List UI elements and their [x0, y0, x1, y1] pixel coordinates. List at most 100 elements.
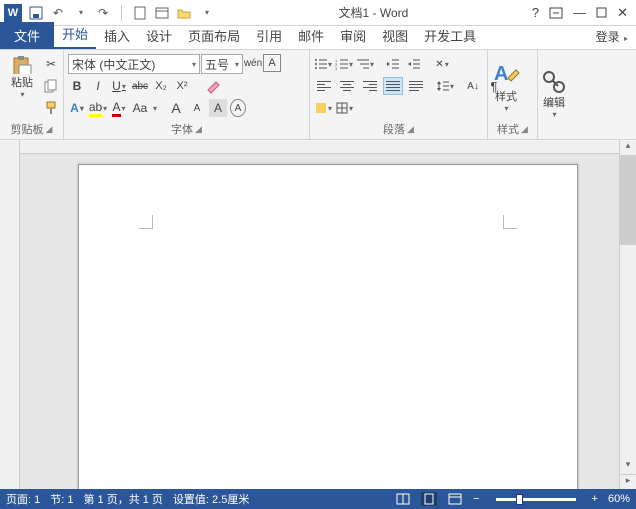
align-center-button[interactable] [337, 77, 357, 95]
borders-icon[interactable]: ▾ [335, 99, 353, 117]
editing-button[interactable]: 编辑 ▾ [542, 70, 566, 119]
paste-button[interactable]: 粘贴 ▾ [4, 55, 40, 99]
tab-developer[interactable]: 开发工具 [416, 22, 484, 49]
window-title: 文档1 - Word [215, 4, 532, 21]
decrease-indent-icon[interactable] [384, 55, 402, 73]
italic-button[interactable]: I [89, 77, 107, 95]
group-font: 宋体 (中文正文)▾ 五号▾ wén A B I U▾ abc X₂ X² A▾ [64, 50, 310, 139]
clipboard-launcher-icon[interactable]: ◢ [46, 124, 53, 135]
status-section[interactable]: 节: 1 [50, 491, 73, 507]
paragraph-launcher-icon[interactable]: ◢ [407, 124, 414, 135]
zoom-level[interactable]: 60% [608, 493, 630, 505]
tab-mailings[interactable]: 邮件 [290, 22, 332, 49]
enclose-characters-icon[interactable]: A [230, 99, 246, 117]
web-layout-icon[interactable] [447, 492, 463, 506]
ribbon-display-icon[interactable] [549, 7, 563, 19]
strikethrough-button[interactable]: abc [131, 77, 149, 95]
phonetic-guide-icon[interactable]: wén [244, 54, 262, 72]
numbering-icon[interactable]: 123▾ [335, 55, 353, 73]
font-size-select[interactable]: 五号▾ [201, 54, 243, 74]
scroll-track[interactable] [620, 155, 636, 459]
clipboard-label: 剪贴板 [11, 121, 44, 137]
scroll-right-icon[interactable]: ▸ [621, 474, 636, 489]
tab-home[interactable]: 开始 [54, 20, 96, 49]
tab-design[interactable]: 设计 [138, 22, 180, 49]
tab-layout[interactable]: 页面布局 [180, 22, 248, 49]
align-justify-button[interactable] [383, 77, 403, 95]
shading-icon[interactable]: ▾ [314, 99, 332, 117]
styles-label: 样式 [497, 121, 519, 137]
align-distributed-button[interactable] [406, 77, 426, 95]
styles-launcher-icon[interactable]: ◢ [521, 124, 528, 135]
subscript-button[interactable]: X₂ [152, 77, 170, 95]
bold-button[interactable]: B [68, 77, 86, 95]
font-color-icon[interactable]: A▾ [110, 99, 128, 117]
align-right-button[interactable] [360, 77, 380, 95]
tab-review[interactable]: 审阅 [332, 22, 374, 49]
status-page[interactable]: 页面: 1 [6, 491, 40, 507]
find-icon [542, 70, 566, 94]
bullets-icon[interactable]: ▾ [314, 55, 332, 73]
zoom-in-button[interactable]: + [592, 493, 598, 505]
character-shading-icon[interactable]: A [209, 99, 227, 117]
redo-icon[interactable]: ↷ [95, 5, 111, 21]
styles-button[interactable]: A 样式 ▾ [492, 60, 520, 113]
zoom-slider[interactable] [496, 498, 576, 501]
scroll-thumb[interactable] [620, 155, 636, 245]
maximize-icon[interactable] [596, 7, 607, 18]
read-mode-icon[interactable] [395, 492, 411, 506]
cut-icon[interactable]: ✂ [42, 55, 60, 73]
grow-font-icon[interactable]: A [167, 99, 185, 117]
copy-icon[interactable] [42, 77, 60, 95]
print-layout-icon[interactable] [421, 492, 437, 506]
undo-dropdown-icon[interactable]: ▾ [73, 5, 89, 21]
tab-file[interactable]: 文件 [0, 22, 54, 49]
tab-view[interactable]: 视图 [374, 22, 416, 49]
superscript-button[interactable]: X² [173, 77, 191, 95]
tab-insert[interactable]: 插入 [96, 22, 138, 49]
font-name-select[interactable]: 宋体 (中文正文)▾ [68, 54, 200, 74]
save-icon[interactable] [28, 5, 44, 21]
clear-formatting-icon[interactable] [205, 77, 223, 95]
vertical-ruler[interactable] [0, 140, 20, 489]
horizontal-ruler[interactable] [20, 140, 636, 154]
asian-layout-icon[interactable]: ✕▾ [433, 55, 451, 73]
word-logo: W [4, 4, 22, 22]
text-effects-icon[interactable]: A▾ [68, 99, 86, 117]
change-case-icon[interactable]: Aa [131, 99, 149, 117]
line-spacing-icon[interactable]: ▾ [436, 77, 454, 95]
new-doc-icon[interactable] [132, 5, 148, 21]
new-window-icon[interactable] [154, 5, 170, 21]
svg-text:A: A [494, 63, 508, 85]
tab-references[interactable]: 引用 [248, 22, 290, 49]
scroll-down-icon[interactable]: ▾ [621, 459, 636, 474]
styles-icon: A [492, 60, 520, 88]
qat-customize-icon[interactable]: ▾ [199, 5, 215, 21]
minimize-icon[interactable]: — [573, 5, 586, 20]
vertical-scrollbar[interactable]: ▴ ▾ ▸ [619, 140, 636, 489]
margin-marker-tr [503, 215, 517, 229]
help-icon[interactable]: ? [532, 5, 539, 20]
undo-icon[interactable]: ↶ [50, 5, 66, 21]
margin-marker-tl [139, 215, 153, 229]
document-page[interactable] [78, 164, 578, 489]
multilevel-list-icon[interactable]: ▾ [356, 55, 374, 73]
close-icon[interactable]: ✕ [617, 5, 628, 21]
font-launcher-icon[interactable]: ◢ [195, 124, 202, 135]
zoom-out-button[interactable]: − [473, 493, 479, 505]
scroll-up-icon[interactable]: ▴ [621, 140, 636, 155]
increase-indent-icon[interactable] [405, 55, 423, 73]
open-folder-icon[interactable] [176, 5, 192, 21]
highlight-icon[interactable]: ab▾ [89, 99, 107, 117]
align-left-button[interactable] [314, 77, 334, 95]
zoom-slider-thumb[interactable] [516, 494, 523, 505]
sort-icon[interactable]: A↓ [464, 77, 482, 95]
format-painter-icon[interactable] [42, 99, 60, 117]
status-pages[interactable]: 第 1 页，共 1 页 [83, 491, 162, 507]
status-position[interactable]: 设置值: 2.5厘米 [173, 491, 249, 507]
character-border-icon[interactable]: A [263, 54, 281, 72]
paragraph-label: 段落 [383, 121, 405, 137]
shrink-font-icon[interactable]: A [188, 99, 206, 117]
login-link[interactable]: 登录 ▸ [588, 24, 636, 49]
underline-button[interactable]: U▾ [110, 77, 128, 95]
